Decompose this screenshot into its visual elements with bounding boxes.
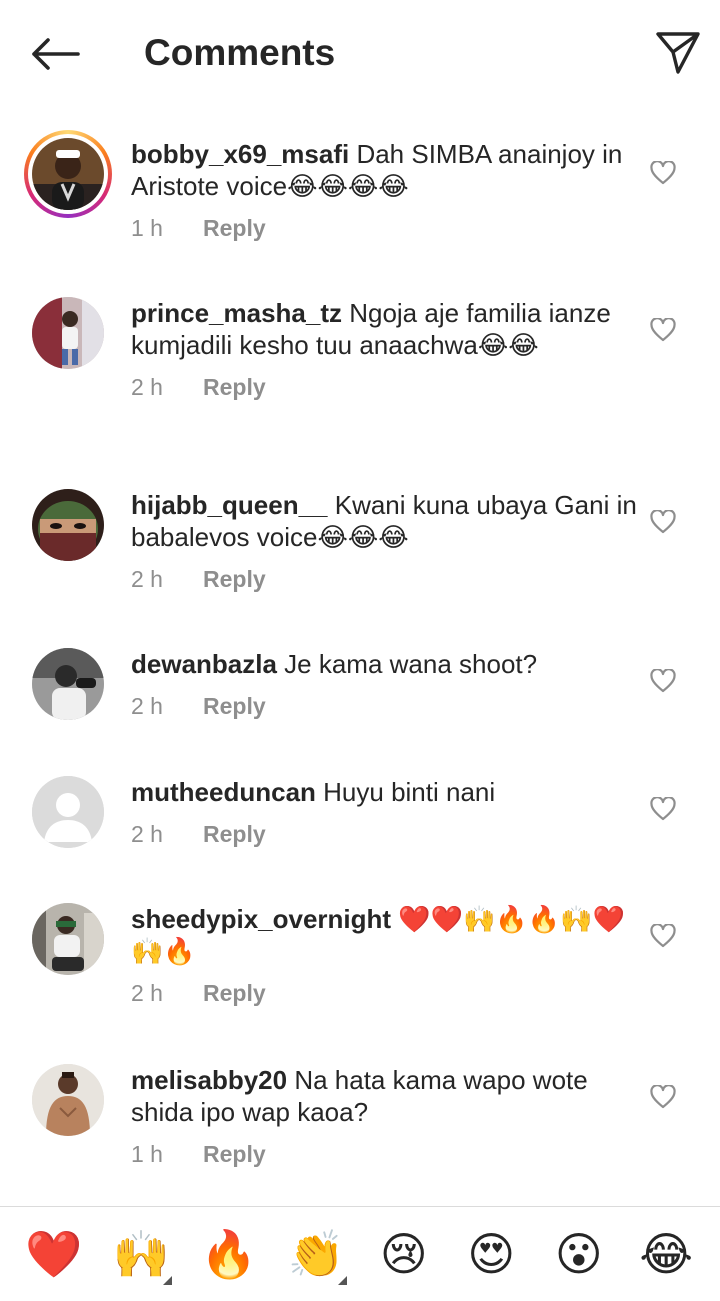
emoji-surprised-face[interactable]: 😮 <box>546 1221 612 1287</box>
heart-outline-icon <box>650 510 676 534</box>
comment-username[interactable]: prince_masha_tz <box>131 298 342 328</box>
back-button[interactable] <box>26 30 84 78</box>
comment-username[interactable]: sheedypix_overnight <box>131 904 391 934</box>
reply-button[interactable]: Reply <box>203 374 266 401</box>
comment-meta: 1 h Reply <box>131 215 641 242</box>
comment-body: prince_masha_tz Ngoja aje familia ianze … <box>131 297 641 401</box>
comment-username[interactable]: hijabb_queen__ <box>131 490 328 520</box>
heart-outline-icon <box>650 161 676 185</box>
share-button[interactable] <box>650 24 706 80</box>
comment-time: 1 h <box>131 215 163 241</box>
comment-time: 2 h <box>131 566 163 592</box>
emoji-crying-face[interactable]: 😢 <box>371 1221 437 1287</box>
header: Comments <box>0 0 720 108</box>
reply-button[interactable]: Reply <box>203 566 266 593</box>
emoji-clapping-hands[interactable]: 👏 <box>283 1221 349 1287</box>
comment-body: melisabby20 Na hata kama wapo wote shida… <box>131 1064 641 1168</box>
like-button[interactable] <box>648 794 678 824</box>
comment-meta: 2 h Reply <box>131 374 641 401</box>
like-button[interactable] <box>648 666 678 696</box>
arrow-left-icon <box>32 38 80 70</box>
emoji-heart[interactable]: ❤️ <box>21 1221 87 1287</box>
comment-username[interactable]: dewanbazla <box>131 649 277 679</box>
comment-text: sheedypix_overnight ❤️❤️🙌🔥🔥🙌❤️🙌🔥 <box>131 904 625 966</box>
avatar[interactable] <box>32 648 104 720</box>
comment-text: hijabb_queen__ Kwani kuna ubaya Gani in … <box>131 490 637 552</box>
page-title: Comments <box>144 32 336 73</box>
avatar[interactable] <box>32 1064 104 1136</box>
comment-time: 1 h <box>131 1141 163 1167</box>
emoji-raised-hands[interactable]: 🙌 <box>108 1221 174 1287</box>
comment-body: bobby_x69_msafi Dah SIMBA anainjoy in Ar… <box>131 138 641 242</box>
avatar[interactable] <box>32 489 104 561</box>
heart-outline-icon <box>650 1085 676 1109</box>
comment-time: 2 h <box>131 693 163 719</box>
reply-button[interactable]: Reply <box>203 215 266 242</box>
avatar[interactable] <box>32 903 104 975</box>
heart-outline-icon <box>650 318 676 342</box>
comment-meta: 2 h Reply <box>131 693 641 720</box>
comment-body: mutheeduncan Huyu binti nani 2 h Reply <box>131 776 641 848</box>
heart-outline-icon <box>650 669 676 693</box>
emoji-heart-eyes[interactable]: 😍 <box>458 1221 524 1287</box>
comment-text: dewanbazla Je kama wana shoot? <box>131 649 538 679</box>
comment-username[interactable]: melisabby20 <box>131 1065 287 1095</box>
emoji-tears-of-joy[interactable]: 😂 <box>633 1221 699 1287</box>
reply-button[interactable]: Reply <box>203 821 266 848</box>
reply-button[interactable]: Reply <box>203 980 266 1007</box>
emoji-fire[interactable]: 🔥 <box>196 1221 262 1287</box>
like-button[interactable] <box>648 158 678 188</box>
heart-outline-icon <box>650 924 676 948</box>
avatar-placeholder[interactable] <box>32 776 104 848</box>
comments-screen: Comments bobby_x69_msafi Dah SIMBA anain… <box>0 0 720 1301</box>
comment-time: 2 h <box>131 821 163 847</box>
comment-meta: 1 h Reply <box>131 1141 641 1168</box>
comment-meta: 2 h Reply <box>131 821 641 848</box>
avatar <box>32 138 104 210</box>
comment-text: melisabby20 Na hata kama wapo wote shida… <box>131 1065 588 1127</box>
avatar-story-ring[interactable] <box>24 130 112 218</box>
comment-time: 2 h <box>131 374 163 400</box>
comment-body: sheedypix_overnight ❤️❤️🙌🔥🔥🙌❤️🙌🔥 2 h Repl… <box>131 903 641 1007</box>
like-button[interactable] <box>648 507 678 537</box>
emoji-reaction-bar: ❤️ 🙌 🔥 👏 😢 😍 😮 😂 <box>0 1206 720 1301</box>
comment-text: mutheeduncan Huyu binti nani <box>131 777 496 807</box>
comment-text: prince_masha_tz Ngoja aje familia ianze … <box>131 298 611 360</box>
comment-body: hijabb_queen__ Kwani kuna ubaya Gani in … <box>131 489 641 593</box>
comment-meta: 2 h Reply <box>131 566 641 593</box>
heart-outline-icon <box>650 797 676 821</box>
like-button[interactable] <box>648 1082 678 1112</box>
comment-time: 2 h <box>131 980 163 1006</box>
comment-meta: 2 h Reply <box>131 980 641 1007</box>
like-button[interactable] <box>648 315 678 345</box>
comment-body: dewanbazla Je kama wana shoot? 2 h Reply <box>131 648 641 720</box>
paper-plane-icon <box>656 32 700 74</box>
comment-username[interactable]: bobby_x69_msafi <box>131 139 349 169</box>
reply-button[interactable]: Reply <box>203 693 266 720</box>
comment-username[interactable]: mutheeduncan <box>131 777 316 807</box>
avatar[interactable] <box>32 297 104 369</box>
skin-tone-indicator <box>163 1276 173 1285</box>
like-button[interactable] <box>648 921 678 951</box>
comment-text: bobby_x69_msafi Dah SIMBA anainjoy in Ar… <box>131 139 623 201</box>
reply-button[interactable]: Reply <box>203 1141 266 1168</box>
skin-tone-indicator <box>338 1276 348 1285</box>
